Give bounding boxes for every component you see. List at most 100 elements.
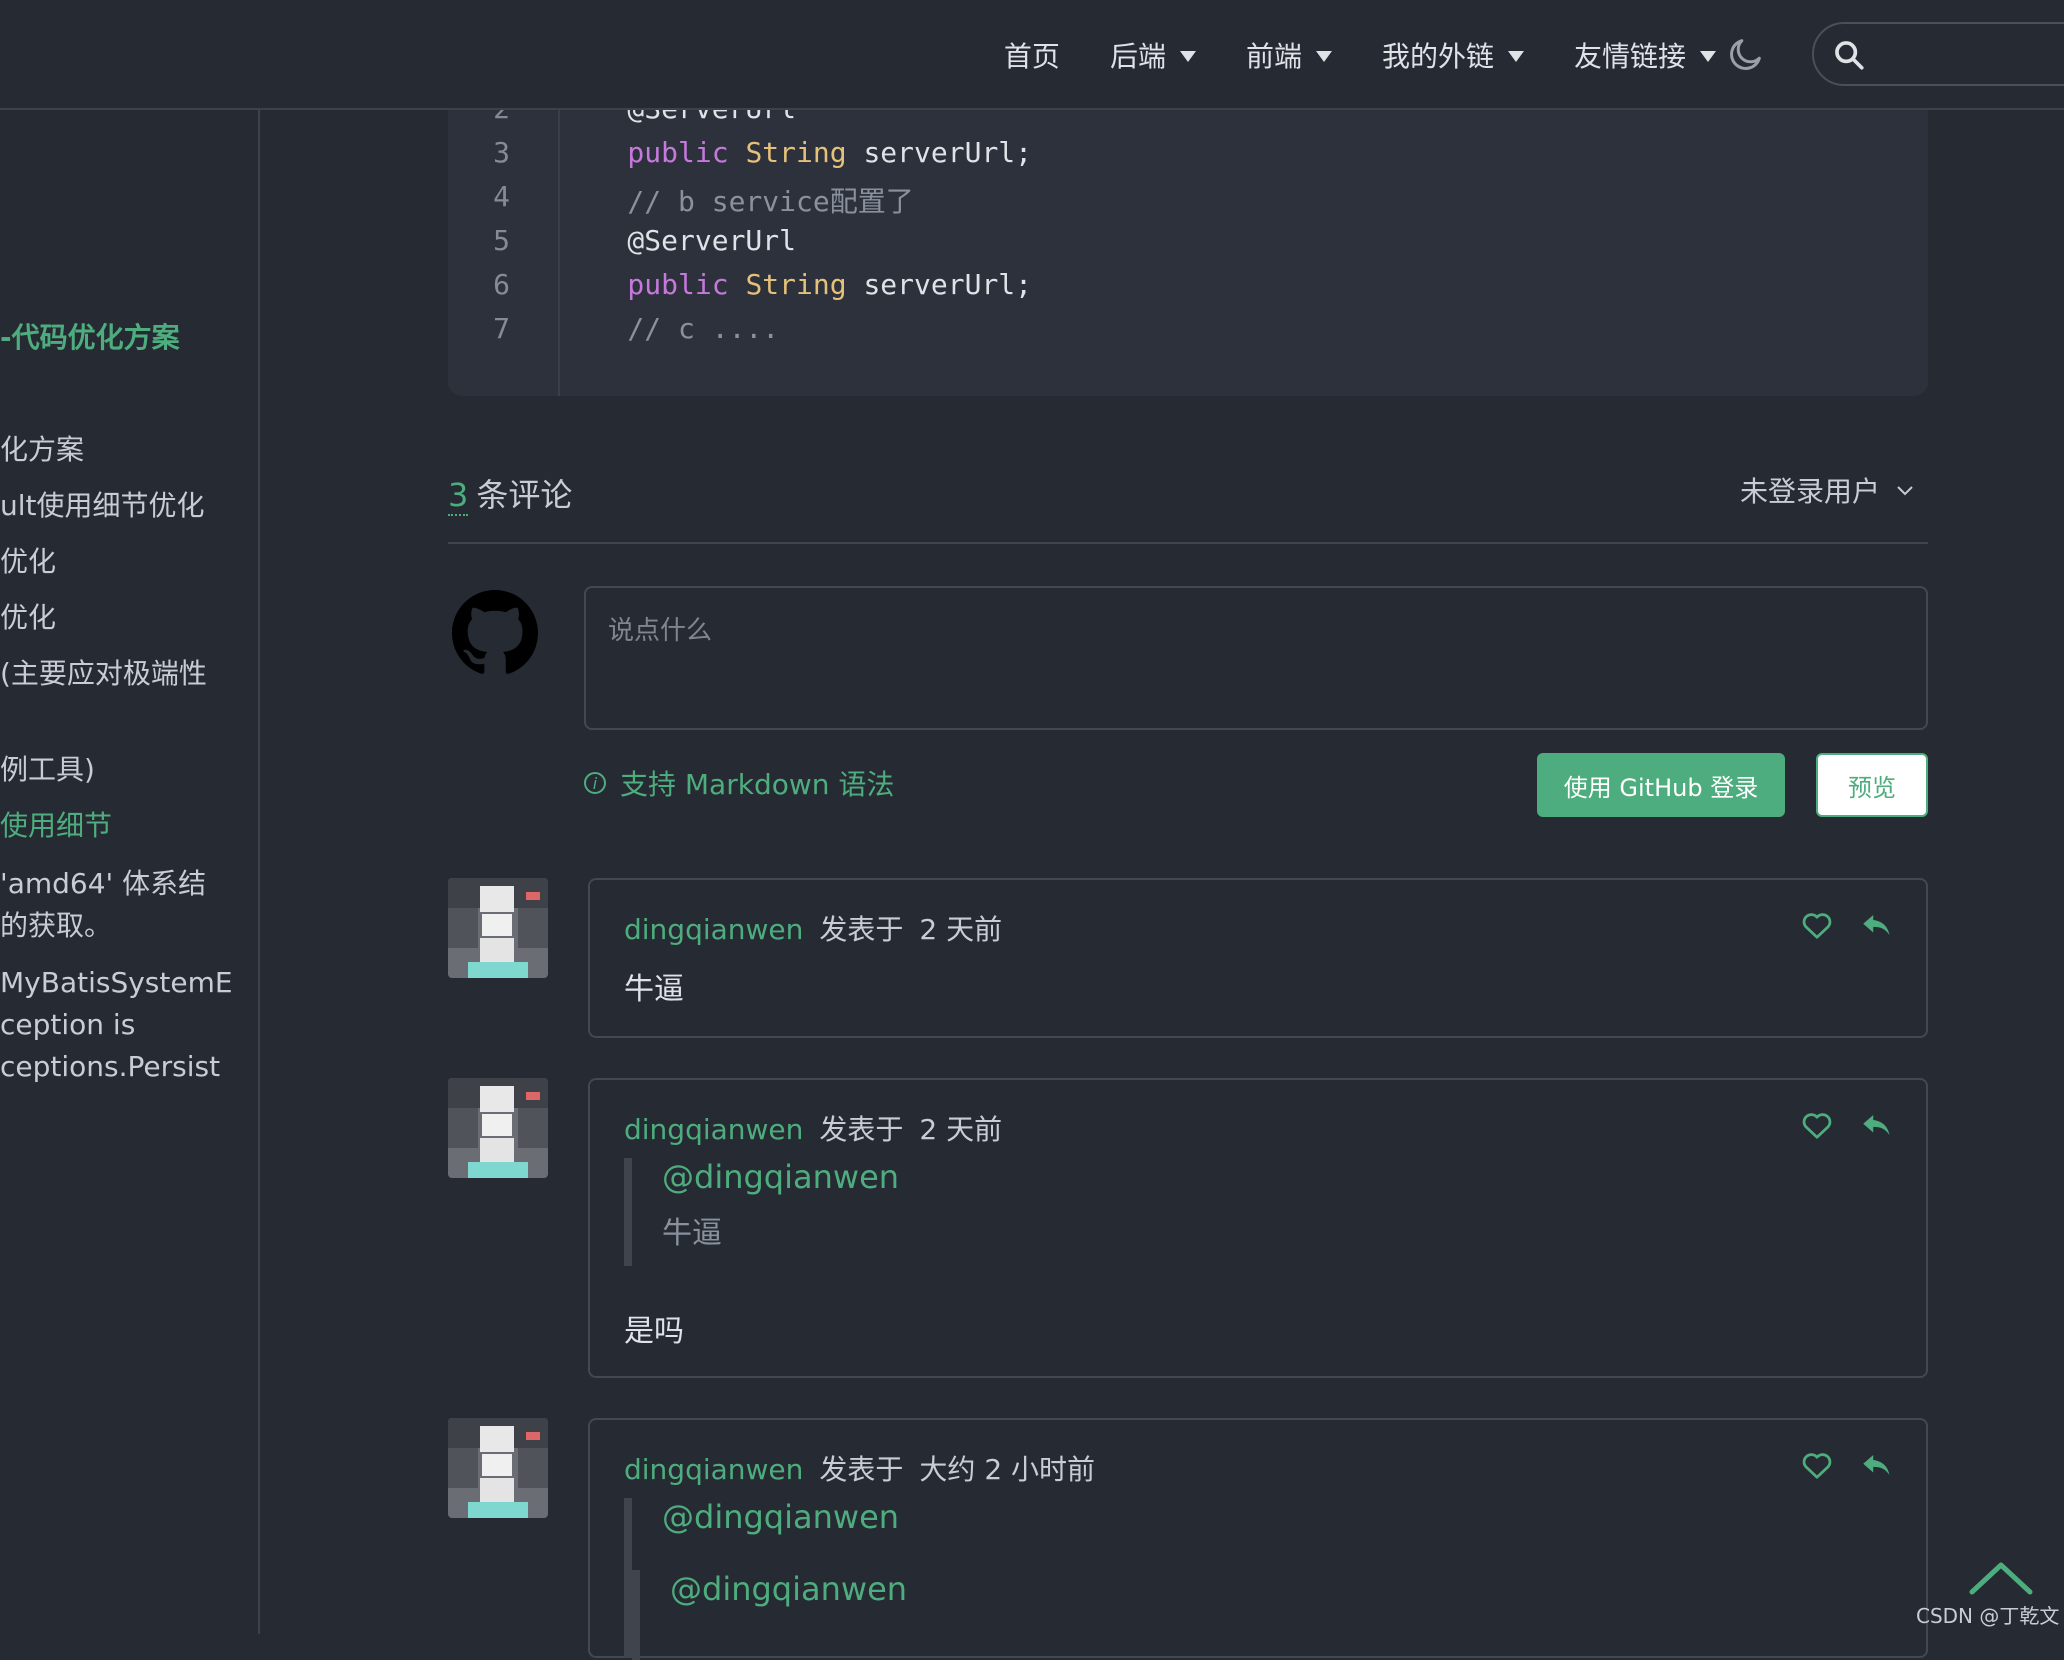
- avatar[interactable]: [448, 1078, 548, 1178]
- toc-item[interactable]: 优化: [0, 596, 56, 636]
- heart-icon[interactable]: [1802, 1452, 1832, 1480]
- quote-text: 牛逼: [662, 1216, 722, 1251]
- code-line: // b service配置了: [560, 180, 914, 220]
- info-icon: i: [584, 772, 606, 794]
- comment-header: dingqianwen 发表于 2 天前: [624, 1113, 1003, 1146]
- line-number: 3: [493, 136, 510, 169]
- line-number: 4: [493, 180, 510, 213]
- search-icon: [1835, 41, 1864, 70]
- reply-quote: @dingqianwen 牛逼: [624, 1158, 899, 1266]
- reply-icon[interactable]: [1862, 1452, 1892, 1478]
- quote-mention[interactable]: @dingqianwen: [662, 1498, 899, 1536]
- quote-mention[interactable]: @dingqianwen: [662, 1158, 899, 1196]
- code-line: @ServerUrl: [560, 224, 796, 257]
- search-input[interactable]: [1880, 34, 2064, 76]
- avatar[interactable]: [448, 1418, 548, 1518]
- nav-item-friend-links[interactable]: 友情链接: [1574, 35, 1716, 75]
- comment-body: 牛逼: [624, 972, 684, 1007]
- quote-mention[interactable]: @dingqianwen: [670, 1570, 907, 1608]
- user-menu-dropdown[interactable]: 未登录用户: [1740, 470, 1914, 510]
- toc-item[interactable]: ception is: [0, 1008, 135, 1041]
- line-number: 5: [493, 224, 510, 257]
- preview-button[interactable]: 预览: [1816, 753, 1928, 817]
- line-number: 7: [493, 312, 510, 345]
- comment-time: 2 天前: [919, 1113, 1003, 1146]
- caret-down-icon: [1507, 51, 1524, 62]
- toc-item[interactable]: 例工具): [0, 748, 95, 788]
- comment-card: dingqianwen 发表于 2 天前 @dingqianwen 牛逼 是吗: [588, 1078, 1928, 1378]
- comments-header: 3 条评论 未登录用户: [448, 458, 1928, 544]
- reply-icon[interactable]: [1862, 1112, 1892, 1138]
- comment-time: 大约 2 小时前: [919, 1453, 1096, 1486]
- nav-item-home[interactable]: 首页: [1004, 35, 1060, 75]
- code-line: @ServerUrl: [560, 110, 796, 125]
- back-to-top-icon[interactable]: [1968, 1560, 2034, 1596]
- code-line: public String serverUrl;: [560, 268, 1032, 301]
- toc-item[interactable]: -代码优化方案: [0, 316, 180, 356]
- code-token: serverUrl;: [846, 268, 1033, 301]
- dark-mode-moon-icon[interactable]: [1726, 34, 1766, 74]
- toc-item[interactable]: MyBatisSystemE: [0, 966, 233, 999]
- code-block: 2 3 4 5 6 7 @ServerUrl public String serverUr…: [448, 110, 1928, 396]
- avatar-photo: [448, 1418, 548, 1518]
- comment-textarea[interactable]: [584, 586, 1928, 730]
- nav-item-backend[interactable]: 后端: [1110, 35, 1196, 75]
- code-token: public: [560, 268, 729, 301]
- github-login-button[interactable]: 使用 GitHub 登录: [1537, 753, 1785, 817]
- toc-item[interactable]: 化方案: [0, 428, 84, 468]
- code-token: // c ....: [560, 312, 780, 345]
- code-token: String: [745, 268, 847, 301]
- watermark: CSDN @丁乾文: [1916, 1604, 2060, 1628]
- heart-icon[interactable]: [1802, 912, 1832, 940]
- comment-author[interactable]: dingqianwen: [624, 913, 803, 946]
- nested-reply-quote: @dingqianwen: [632, 1570, 907, 1660]
- caret-down-icon: [1315, 51, 1332, 62]
- comment-author[interactable]: dingqianwen: [624, 1453, 803, 1486]
- code-line: // c ....: [560, 312, 779, 345]
- code-token: public: [560, 136, 729, 169]
- code-token: @ServerUrl: [560, 224, 797, 257]
- comment-count-number: 3: [448, 476, 469, 516]
- toc-item-current[interactable]: 使用细节: [0, 804, 112, 844]
- avatar[interactable]: [448, 878, 548, 978]
- comment-header: dingqianwen 发表于 大约 2 小时前: [624, 1453, 1096, 1486]
- code-line: public String serverUrl;: [560, 136, 1032, 169]
- search-box[interactable]: [1812, 22, 2064, 86]
- caret-down-icon: [1179, 51, 1196, 62]
- avatar-photo: [448, 878, 548, 978]
- toc-item[interactable]: 的获取。: [0, 904, 112, 944]
- toc-item[interactable]: ceptions.Persist: [0, 1050, 220, 1083]
- line-number: 6: [493, 268, 510, 301]
- comment-card: dingqianwen 发表于 大约 2 小时前 @dingqianwen @din…: [588, 1418, 1928, 1660]
- toc-item[interactable]: 优化: [0, 540, 56, 580]
- comment-card: dingqianwen 发表于 2 天前 牛逼: [588, 878, 1928, 1038]
- avatar-photo: [448, 1078, 548, 1178]
- reply-quote: @dingqianwen @dingqianwen: [624, 1498, 907, 1660]
- sidebar-toc: -代码优化方案 化方案 ult使用细节优化 优化 优化 (主要应对极端性 例工具…: [0, 110, 260, 1634]
- nav-item-external-links[interactable]: 我的外链: [1382, 35, 1524, 75]
- nav-item-frontend[interactable]: 前端: [1246, 35, 1332, 75]
- code-token: serverUrl;: [846, 136, 1033, 169]
- github-icon: [452, 590, 538, 674]
- chevron-down-icon: [1897, 486, 1913, 496]
- comment-header: dingqianwen 发表于 2 天前: [624, 913, 1003, 946]
- reply-icon[interactable]: [1862, 912, 1892, 938]
- line-number-gutter: 2 3 4 5 6 7: [448, 110, 560, 396]
- code-token: String: [745, 136, 847, 169]
- toc-item[interactable]: 'amd64' 体系结: [0, 862, 206, 902]
- caret-down-icon: [1700, 51, 1716, 62]
- comment-time: 2 天前: [919, 913, 1003, 946]
- code-token: // b service配置了: [560, 185, 914, 218]
- line-number: 2: [493, 110, 510, 125]
- markdown-hint-link[interactable]: i 支持 Markdown 语法: [584, 763, 894, 803]
- toc-item[interactable]: (主要应对极端性: [0, 652, 207, 692]
- nav-links: 首页 后端 前端 我的外链 友情链接: [1004, 0, 1716, 110]
- heart-icon[interactable]: [1802, 1112, 1832, 1140]
- comment-count: 3 条评论: [448, 476, 573, 516]
- code-token: @ServerUrl: [560, 110, 796, 125]
- toc-item[interactable]: ult使用细节优化: [0, 484, 205, 524]
- comment-author[interactable]: dingqianwen: [624, 1113, 803, 1146]
- comment-body: 是吗: [624, 1314, 684, 1349]
